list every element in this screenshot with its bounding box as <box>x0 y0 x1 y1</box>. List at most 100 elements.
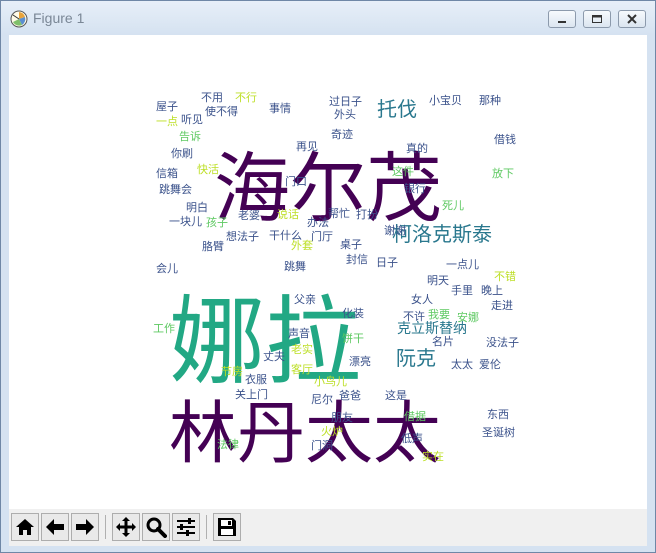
word-cloud-word: 会儿 <box>156 262 178 275</box>
word-cloud-word: 工作 <box>153 322 175 335</box>
word-cloud-word: 衣服 <box>245 372 267 386</box>
maximize-icon <box>592 15 602 23</box>
word-cloud-word: 想法子 <box>226 229 259 243</box>
word-cloud-word: 不用 <box>201 91 223 104</box>
word-cloud-word: 借据 <box>404 409 426 423</box>
toolbar-separator <box>105 515 106 539</box>
word-cloud-word: 不许 <box>403 310 425 323</box>
word-cloud-word: 使不得 <box>205 105 238 118</box>
word-cloud-word: 不行 <box>235 91 257 104</box>
word-cloud-word: 明天 <box>427 274 449 287</box>
word-cloud-word: 爱伦 <box>479 357 501 371</box>
maximize-button[interactable] <box>583 10 611 28</box>
word-cloud-word: 外套 <box>291 239 313 252</box>
title-bar[interactable]: Figure 1 <box>1 1 655 35</box>
word-cloud-word: 真的 <box>406 141 428 155</box>
word-cloud-word: 晚上 <box>481 284 503 297</box>
word-cloud-word: 这是 <box>385 388 407 402</box>
word-cloud-word: 胳臂 <box>202 239 224 253</box>
minimize-icon <box>558 21 566 23</box>
word-cloud-word: 火炉 <box>321 425 343 438</box>
word-cloud-word: 一点儿 <box>446 258 479 271</box>
word-cloud-word: 名片 <box>432 334 454 348</box>
word-cloud-word: 银行 <box>404 181 426 195</box>
word-cloud-word: 圣诞树 <box>482 425 515 439</box>
word-cloud-word: 不错 <box>494 269 516 283</box>
word-cloud-word: 桌子 <box>340 238 362 251</box>
word-cloud-word: 安娜 <box>457 310 479 324</box>
word-cloud-word: 饼干 <box>342 331 364 345</box>
word-cloud-word: 日子 <box>376 256 398 269</box>
pan-button[interactable] <box>112 513 140 541</box>
word-cloud-word: 柯洛克斯泰 <box>392 222 492 246</box>
word-cloud-word: 法律 <box>217 437 239 451</box>
word-cloud-word: 快活 <box>197 163 219 176</box>
word-cloud-word: 跳舞 <box>284 259 306 273</box>
floppy-disk-icon <box>218 518 236 536</box>
close-button[interactable] <box>618 10 646 28</box>
word-cloud-word: 这件 <box>392 164 414 178</box>
word-cloud-word: 办法 <box>307 215 329 229</box>
magnifier-icon <box>146 517 167 538</box>
word-cloud-word: 跳舞会 <box>159 182 192 196</box>
word-cloud-word: 谢谢 <box>384 223 406 237</box>
word-cloud-word: 明白 <box>186 200 208 214</box>
word-cloud-word: 阮克 <box>396 346 436 370</box>
word-cloud-word: 手里 <box>451 283 473 297</box>
word-cloud-word: 漂亮 <box>349 354 371 368</box>
word-cloud-word: 一块儿 <box>169 215 202 228</box>
word-cloud-word: 外头 <box>334 108 356 121</box>
word-cloud-word: 丈夫 <box>263 350 285 363</box>
word-cloud-word: 托伐 <box>377 97 417 121</box>
word-cloud-word: 你刷 <box>171 147 193 160</box>
word-cloud-word: 我要 <box>428 308 450 321</box>
matplotlib-icon <box>10 10 28 28</box>
word-cloud-word: 父亲 <box>294 292 316 306</box>
home-button[interactable] <box>11 513 39 541</box>
word-cloud-word: 信箱 <box>156 166 178 180</box>
word-cloud-word: 东西 <box>487 408 509 421</box>
word-cloud-word: 朋友 <box>331 410 353 424</box>
zoom-button[interactable] <box>142 513 170 541</box>
save-button[interactable] <box>213 513 241 541</box>
window-frame-right <box>647 35 655 552</box>
minimize-button[interactable] <box>548 10 576 28</box>
figure-canvas[interactable]: 娜拉 海尔茂 林丹太太 柯洛克斯泰 托伐 阮克 克立斯替纳 屋子 不用 不行 使不得 一点 听见 事情 过日… <box>9 35 647 509</box>
word-cloud-word: 说话 <box>277 207 299 221</box>
word-cloud-word: 封信 <box>346 252 368 266</box>
forward-button[interactable] <box>71 513 99 541</box>
word-cloud-word: 小鸟儿 <box>314 374 347 388</box>
word-cloud-word: 孩子 <box>206 216 228 229</box>
word-cloud-word: 死儿 <box>442 199 464 212</box>
move-arrows-icon <box>116 517 136 537</box>
word-cloud-word: 节房 <box>221 365 243 378</box>
navigation-toolbar <box>9 509 647 546</box>
word-cloud-word: 借钱 <box>494 132 516 146</box>
word-cloud-word: 女人 <box>411 292 433 306</box>
back-button[interactable] <box>41 513 69 541</box>
word-cloud-word: 太太 <box>451 358 473 371</box>
word-cloud-word: 门洞 <box>311 438 333 452</box>
word-cloud-word: 没法子 <box>486 335 519 349</box>
word-cloud-word: 那种 <box>479 93 501 107</box>
word-cloud-word: 帮忙 <box>328 206 350 220</box>
toolbar-separator <box>206 515 207 539</box>
sliders-icon <box>177 518 195 536</box>
word-cloud-word: 过日子 <box>329 95 362 108</box>
word-cloud-word: 声音 <box>288 326 310 340</box>
word-cloud-word: 客厅 <box>291 362 313 376</box>
word-cloud-word: 打扮 <box>356 207 378 221</box>
arrow-right-icon <box>76 519 94 535</box>
word-cloud-word: 尼尔 <box>311 393 333 406</box>
word-cloud-word: 低声 <box>401 431 423 445</box>
subplots-button[interactable] <box>172 513 200 541</box>
word-cloud-word: 关上门 <box>235 387 268 401</box>
word-cloud: 娜拉海尔茂林丹太太柯洛克斯泰托伐阮克克立斯替纳屋子不用 不行使不得一点 听见事情过日… <box>153 91 519 474</box>
word-cloud-word: 屋子 <box>156 100 178 113</box>
word-cloud-word: 走进 <box>491 299 513 312</box>
word-cloud-word: 门厅 <box>311 229 333 243</box>
close-icon <box>627 14 637 24</box>
home-icon <box>16 519 34 535</box>
window-frame-bottom <box>1 546 655 552</box>
word-cloud-word: 爸爸 <box>339 389 361 402</box>
